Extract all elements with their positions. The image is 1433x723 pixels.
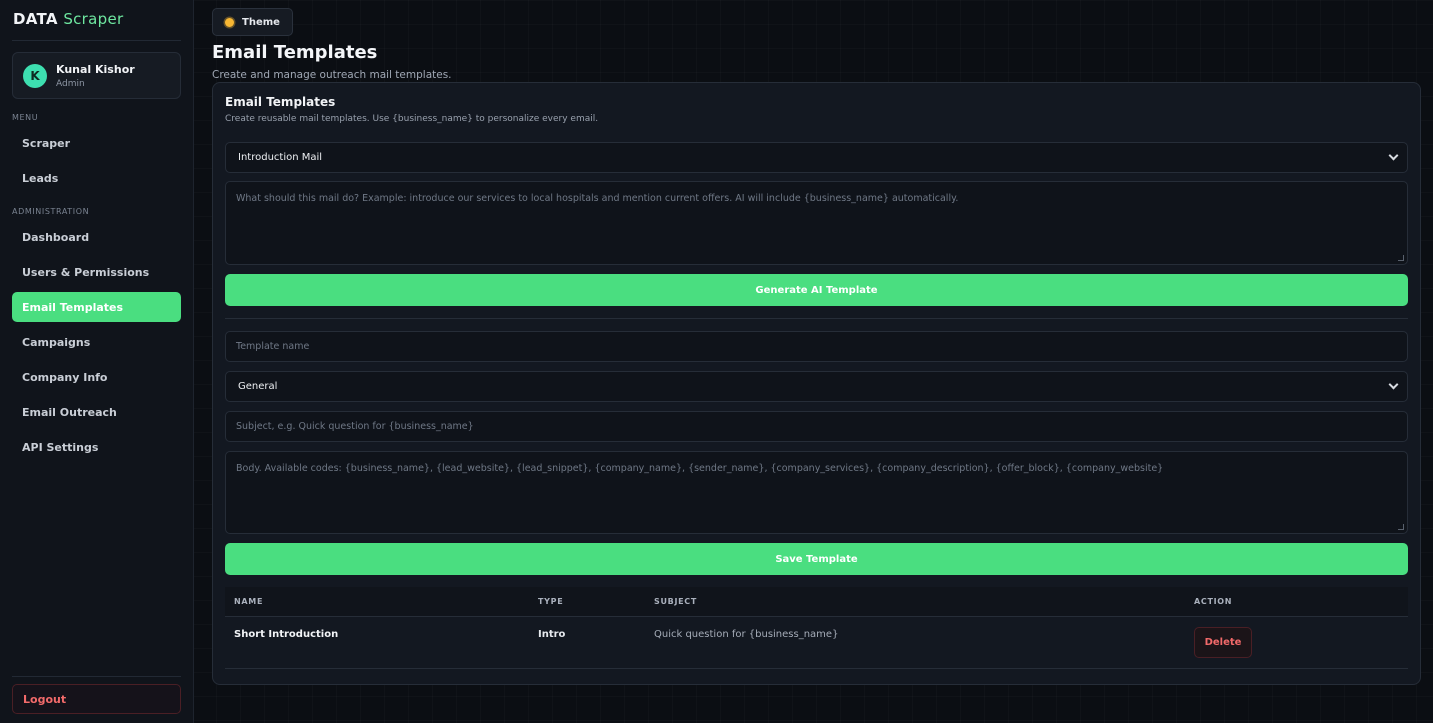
subject-input[interactable]: Subject, e.g. Quick question for {busine… xyxy=(225,411,1408,442)
body-textarea[interactable]: Body. Available codes: {business_name}, … xyxy=(225,451,1408,534)
page-title: Email Templates xyxy=(212,42,378,63)
template-type-select[interactable]: Introduction Mail xyxy=(225,142,1408,173)
resize-handle-icon[interactable] xyxy=(1398,255,1404,261)
templates-table: NAME TYPE SUBJECT ACTION Short Introduct… xyxy=(225,587,1408,669)
save-template-button[interactable]: Save Template xyxy=(225,543,1408,575)
row-name: Short Introduction xyxy=(234,629,339,640)
header-name: NAME xyxy=(234,597,264,606)
sidebar-item-users-permissions[interactable]: Users & Permissions xyxy=(12,257,181,287)
avatar: K xyxy=(23,63,47,88)
header-action: ACTION xyxy=(1194,597,1233,606)
row-action: Delete xyxy=(1194,627,1408,658)
sidebar-item-email-templates[interactable]: Email Templates xyxy=(12,292,181,322)
theme-toggle-label: Theme xyxy=(242,16,280,28)
main-content: Theme Email Templates Create and manage … xyxy=(194,0,1433,723)
card-subtitle: Create reusable mail templates. Use {bus… xyxy=(225,114,599,124)
template-type-value: Introduction Mail xyxy=(238,152,323,163)
brand-logo: DATA Scraper xyxy=(12,10,181,41)
user-name: Kunal Kishor xyxy=(56,62,135,76)
template-category-select[interactable]: General xyxy=(225,371,1408,402)
sun-icon xyxy=(225,17,234,27)
row-type: Intro xyxy=(538,629,566,640)
body-placeholder: Body. Available codes: {business_name}, … xyxy=(236,463,1164,474)
chevron-down-icon xyxy=(1388,150,1399,161)
template-category-value: General xyxy=(238,381,278,392)
sidebar-item-leads[interactable]: Leads xyxy=(12,163,181,193)
ai-prompt-textarea[interactable]: What should this mail do? Example: intro… xyxy=(225,181,1408,265)
ai-prompt-placeholder: What should this mail do? Example: intro… xyxy=(236,193,959,204)
sidebar-item-email-outreach[interactable]: Email Outreach xyxy=(12,397,181,427)
subject-placeholder: Subject, e.g. Quick question for {busine… xyxy=(236,421,474,432)
page-subtitle: Create and manage outreach mail template… xyxy=(212,69,452,81)
sidebar-item-dashboard[interactable]: Dashboard xyxy=(12,222,181,252)
menu-section-label: MENU xyxy=(12,113,39,122)
app-root: DATA Scraper K Kunal Kishor Admin MENU S… xyxy=(0,0,1433,723)
row-subject: Quick question for {business_name} xyxy=(654,629,839,640)
sidebar: DATA Scraper K Kunal Kishor Admin MENU S… xyxy=(0,0,194,723)
template-name-input[interactable]: Template name xyxy=(225,331,1408,362)
user-card: K Kunal Kishor Admin xyxy=(12,52,181,99)
card-title: Email Templates xyxy=(225,95,336,109)
table-header: NAME TYPE SUBJECT ACTION xyxy=(225,587,1408,617)
user-role: Admin xyxy=(56,78,85,89)
brand-name-part2: Scraper xyxy=(63,10,124,28)
header-type: TYPE xyxy=(538,597,564,606)
email-templates-card: Email Templates Create reusable mail tem… xyxy=(212,82,1421,685)
sidebar-item-api-settings[interactable]: API Settings xyxy=(12,432,181,462)
sidebar-item-company-info[interactable]: Company Info xyxy=(12,362,181,392)
template-name-placeholder: Template name xyxy=(236,341,310,352)
generate-ai-template-button[interactable]: Generate AI Template xyxy=(225,274,1408,306)
table-row: Short Introduction Intro Quick question … xyxy=(225,617,1408,669)
header-subject: SUBJECT xyxy=(654,597,698,606)
resize-handle-icon[interactable] xyxy=(1398,524,1404,530)
admin-section-label: ADMINISTRATION xyxy=(12,207,90,216)
sidebar-footer: Logout xyxy=(12,676,181,714)
chevron-down-icon xyxy=(1388,379,1399,390)
sidebar-item-scraper[interactable]: Scraper xyxy=(12,128,181,158)
theme-toggle-button[interactable]: Theme xyxy=(212,8,293,36)
brand-name-part1: DATA xyxy=(13,10,58,28)
user-info: Kunal Kishor Admin xyxy=(56,63,135,89)
delete-button[interactable]: Delete xyxy=(1194,627,1252,658)
section-divider xyxy=(225,318,1408,319)
sidebar-item-campaigns[interactable]: Campaigns xyxy=(12,327,181,357)
logout-button[interactable]: Logout xyxy=(12,684,181,714)
